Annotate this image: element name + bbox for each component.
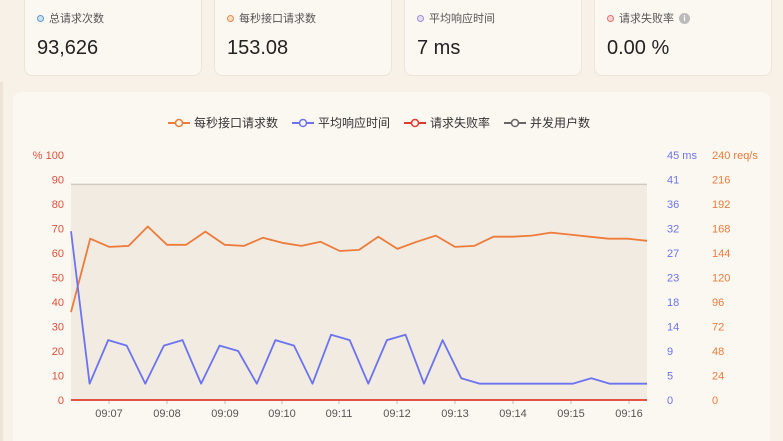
y-tick-label-ms: 14	[667, 322, 679, 334]
line-chart: % 100908070605040302010045 ms41363227231…	[33, 150, 759, 420]
y-tick-label-percent: 40	[52, 297, 64, 309]
y-tick-label-reqs: 168	[712, 224, 730, 236]
series-area-concurrent-users	[71, 184, 647, 400]
x-tick-label: 09:12	[383, 408, 411, 420]
x-tick-label: 09:15	[557, 408, 585, 420]
x-tick-label: 09:13	[441, 408, 469, 420]
y-tick-label-percent: 50	[52, 273, 64, 285]
y-tick-label-ms: 0	[667, 395, 673, 407]
x-tick-label: 09:10	[268, 408, 296, 420]
y-tick-label-reqs: 96	[712, 297, 724, 309]
y-tick-label-reqs: 144	[712, 248, 730, 260]
y-tick-label-percent: 0	[58, 395, 64, 407]
y-tick-label-ms: 5	[667, 371, 673, 383]
y-tick-label-ms: 32	[667, 224, 679, 236]
x-tick-label: 09:16	[615, 408, 643, 420]
y-tick-label-ms: 27	[667, 248, 679, 260]
x-tick-label: 09:11	[326, 408, 353, 420]
y-tick-label-percent: 80	[52, 199, 64, 211]
y-tick-label-reqs: 240 req/s	[712, 150, 758, 162]
y-tick-label-reqs: 120	[712, 273, 730, 285]
y-tick-label-percent: 90	[52, 175, 64, 187]
y-tick-label-reqs: 24	[712, 371, 724, 383]
y-tick-label-reqs: 216	[712, 175, 730, 187]
x-tick-label: 09:07	[95, 408, 123, 420]
y-tick-label-ms: 41	[667, 175, 679, 187]
x-tick-label: 09:14	[499, 408, 527, 420]
y-tick-label-reqs: 192	[712, 199, 730, 211]
x-tick-label: 09:08	[153, 408, 181, 420]
y-tick-label-ms: 9	[667, 346, 673, 358]
y-tick-label-percent: 70	[52, 224, 64, 236]
y-tick-label-reqs: 48	[712, 346, 724, 358]
y-tick-label-percent: 60	[52, 248, 64, 260]
y-tick-label-reqs: 72	[712, 322, 724, 334]
x-tick-label: 09:09	[211, 408, 239, 420]
y-tick-label-percent: 30	[52, 322, 64, 334]
y-tick-label-percent: 10	[52, 371, 64, 383]
y-tick-label-reqs: 0	[712, 395, 718, 407]
y-tick-label-percent: 20	[52, 346, 64, 358]
y-tick-label-ms: 45 ms	[667, 150, 697, 162]
y-tick-label-ms: 23	[667, 273, 679, 285]
y-tick-label-percent: % 100	[33, 150, 64, 162]
y-tick-label-ms: 36	[667, 199, 679, 211]
y-tick-label-ms: 18	[667, 297, 679, 309]
